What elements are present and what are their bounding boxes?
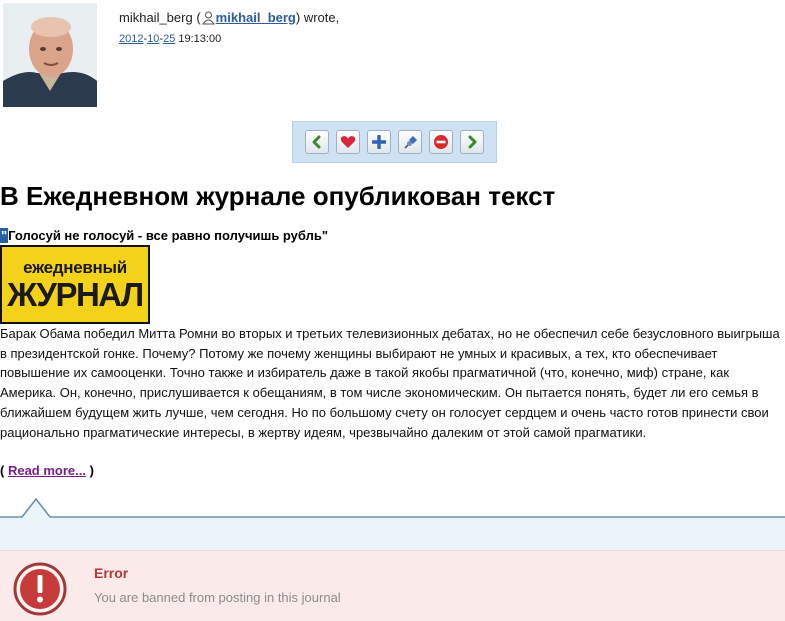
post-title: В Ежедневном журнале опубликован текст	[0, 181, 556, 211]
quote-mark: "	[0, 228, 9, 243]
add-icon[interactable]	[367, 130, 391, 154]
next-icon[interactable]	[460, 130, 484, 154]
date-day-link[interactable]: 25	[163, 33, 175, 45]
error-title: Error	[94, 565, 129, 581]
comment-divider	[0, 495, 785, 551]
post-subtitle: "Голосуй не голосуй - все равно получишь…	[0, 228, 329, 243]
read-more-link[interactable]: Read more...	[8, 463, 86, 478]
post-body: Барак Обама победил Митта Ромни во вторы…	[0, 326, 780, 440]
date-month-link[interactable]: 10	[147, 33, 159, 45]
prev-icon[interactable]	[305, 130, 329, 154]
date-year-link[interactable]: 2012	[119, 33, 143, 45]
tag-icon[interactable]	[398, 130, 422, 154]
logo-line2: ЖУРНАЛ	[7, 275, 144, 313]
post-meta: mikhail_berg (mikhail_berg) wrote, 2012-…	[119, 10, 340, 45]
author-name: mikhail_berg	[119, 10, 193, 25]
favorite-icon[interactable]	[336, 130, 360, 154]
entry-toolbar	[292, 121, 497, 163]
read-more: ( Read more... )	[0, 463, 94, 478]
author-avatar[interactable]	[3, 3, 97, 107]
ej-logo[interactable]: ежедневный ЖУРНАЛ	[0, 245, 150, 324]
error-box: Error You are banned from posting in thi…	[0, 550, 785, 621]
error-message: You are banned from posting in this jour…	[94, 590, 341, 605]
post-date: 2012-10-25 19:13:00	[119, 33, 222, 45]
remove-icon[interactable]	[429, 130, 453, 154]
user-icon[interactable]	[201, 11, 215, 28]
logo-line1: ежедневный	[23, 257, 127, 277]
author-link[interactable]: mikhail_berg	[216, 10, 296, 25]
error-icon	[13, 562, 67, 621]
post-time: 19:13:00	[178, 33, 222, 45]
